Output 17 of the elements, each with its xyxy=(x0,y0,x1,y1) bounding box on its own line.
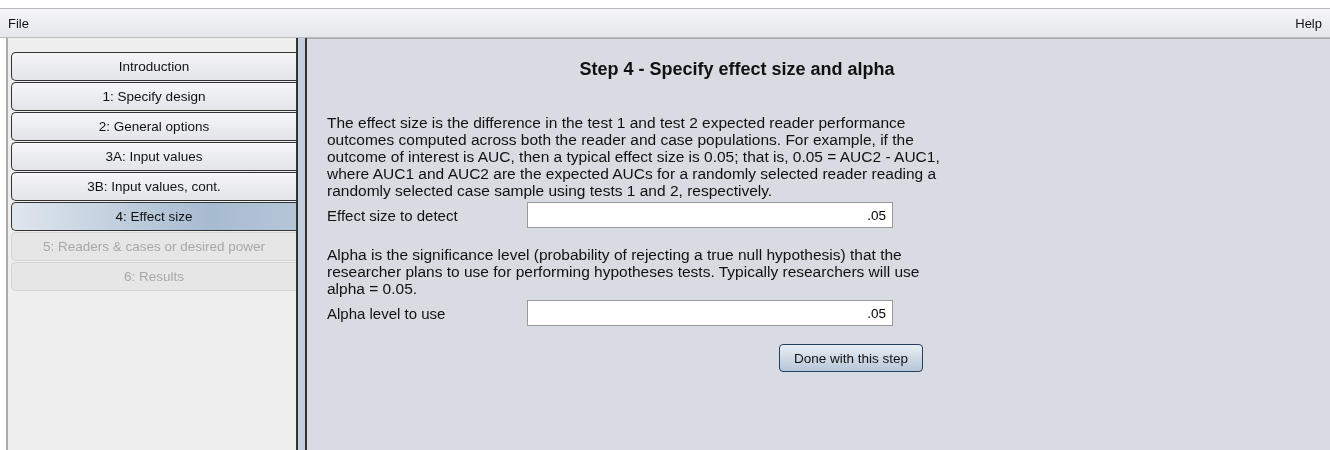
step-button[interactable]: Introduction xyxy=(11,52,296,81)
field-label: Alpha level to use xyxy=(327,304,447,322)
step-button[interactable]: 3B: Input values, cont. xyxy=(11,172,296,201)
step-button[interactable]: 1: Specify design xyxy=(11,82,296,111)
file-menu[interactable]: File xyxy=(8,15,29,31)
step-button[interactable]: 4: Effect size xyxy=(11,202,296,231)
step-button[interactable]: 2: General options xyxy=(11,112,296,141)
done-button[interactable]: Done with this step xyxy=(778,344,923,372)
description-text: The effect size is the difference in the test 1 and test 2 expected reader performance outcomes computed across both the reader and case populations. For example, if the outcome of interest is AUC, then a typical effect size is 0.05; that is, 0.05 = AUC2 - AUC1, where AUC1 and AUC2 are the expected AUCs for a randomly selected reader reading a randomly selected case sample using tests 1 and 2, respectively. xyxy=(327,114,941,199)
step-title: Step 4 - Specify effect size and alpha xyxy=(578,59,896,80)
input-field[interactable]: .05 xyxy=(527,202,893,228)
step-button[interactable]: 3A: Input values xyxy=(11,142,296,171)
field-label: Effect size to detect xyxy=(327,206,459,224)
help-menu[interactable]: Help xyxy=(1295,15,1322,31)
splitter-handle[interactable] xyxy=(296,38,307,450)
input-field[interactable]: .05 xyxy=(527,300,893,326)
description-text: Alpha is the significance level (probability of rejecting a true null hypothesis) that the researcher plans to use for performing hypotheses tests. Typically researchers will use alpha = 0.05. xyxy=(327,246,921,297)
